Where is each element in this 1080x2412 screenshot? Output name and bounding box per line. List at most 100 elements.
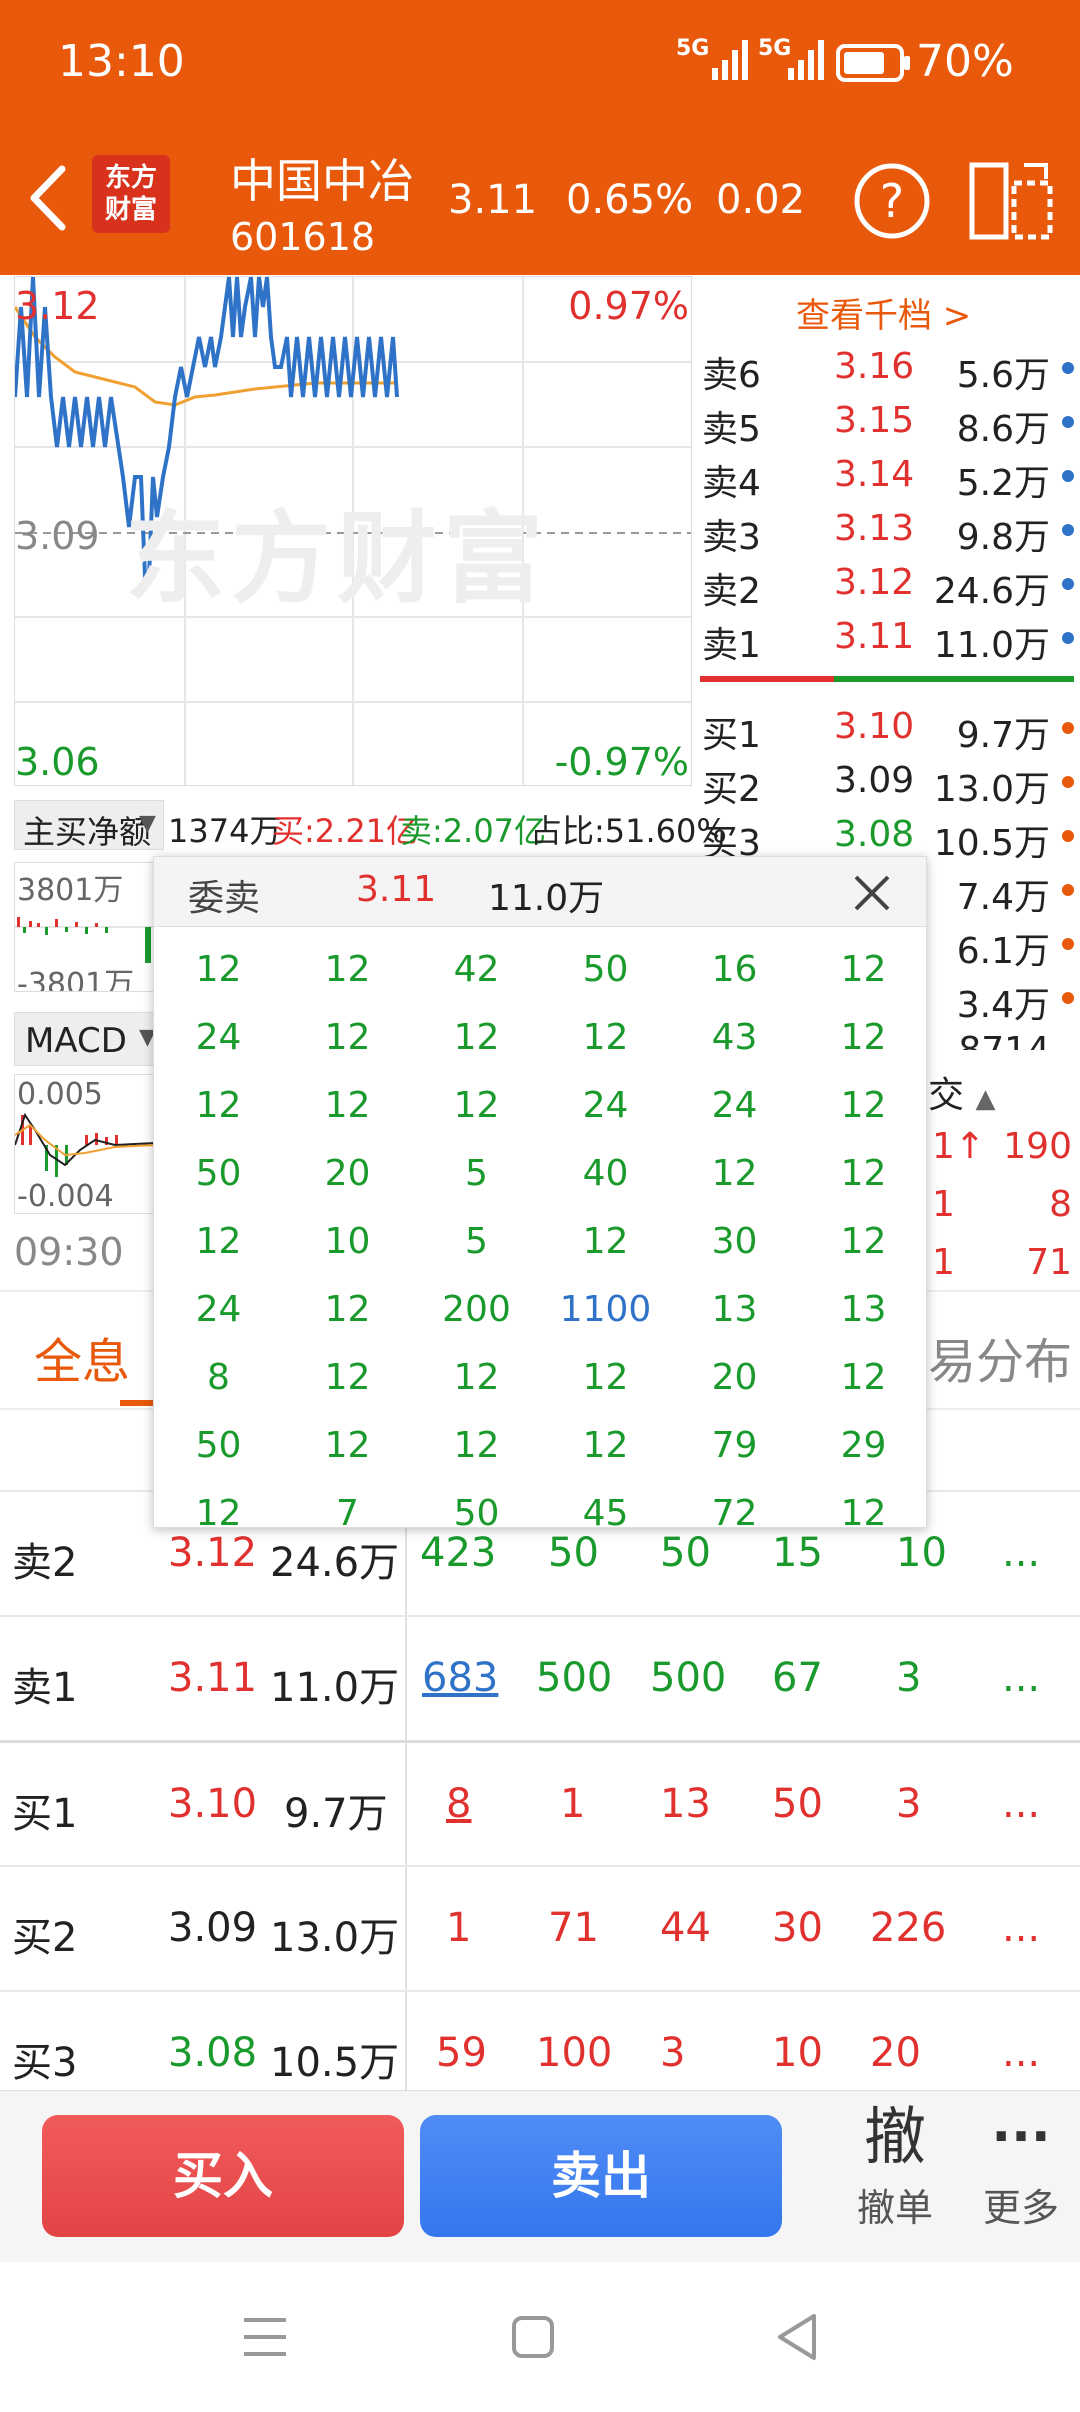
bid-volume: 13.0万 — [933, 769, 1050, 810]
queue-cell: 16 — [711, 949, 758, 990]
queue-more[interactable]: ... — [1002, 1781, 1040, 1827]
queue-more[interactable]: ... — [1002, 1655, 1040, 1701]
queue-price: 3.08 — [168, 2030, 258, 2076]
queue-row[interactable]: 买1 3.10 9.7万 8 1 13 50 3 ... — [0, 1740, 1080, 1865]
queue-order[interactable]: 59 — [436, 2030, 487, 2076]
net-flow-chart: 3801万 -3801万 — [14, 862, 154, 992]
queue-order: 10 — [772, 2030, 823, 2076]
net-flow-ratio: 占比:51.60% — [530, 812, 727, 850]
ask-bid-ratio-bar-green — [834, 676, 1074, 682]
back-icon[interactable] — [774, 2312, 820, 2362]
queue-price: 3.09 — [168, 1905, 258, 1951]
ask-dot-icon — [1062, 632, 1074, 644]
queue-order: 100 — [536, 2030, 613, 2076]
queue-cell: 7 — [336, 1493, 359, 1528]
bid-row: 买3 3.08 10.5万 — [700, 808, 1080, 864]
macd-min: -0.004 — [17, 1179, 114, 1214]
queue-more[interactable]: ... — [1002, 1530, 1040, 1576]
net-flow-amount: 1374万 — [168, 812, 282, 850]
ask-bid-ratio-bar-red — [700, 676, 834, 682]
ask-side: 卖4 — [702, 463, 761, 504]
net-flow-selector[interactable]: 主买净额 ▼ — [14, 800, 164, 851]
ask-price: 3.14 — [834, 454, 915, 495]
home-icon[interactable] — [510, 2314, 556, 2360]
queue-order: 10 — [896, 1530, 947, 1576]
queue-order: 500 — [650, 1655, 727, 1701]
popup-price: 3.11 — [356, 869, 437, 910]
trades-header: 交 ▲ — [928, 1066, 995, 1118]
queue-cell: 30 — [711, 1221, 758, 1262]
queue-order[interactable]: 1 — [446, 1905, 471, 1951]
ask-price: 3.16 — [834, 346, 915, 387]
close-icon[interactable] — [850, 871, 894, 915]
bid-dot-icon — [1062, 722, 1074, 734]
queue-row[interactable]: 买3 3.08 10.5万 59 100 3 10 20 ... — [0, 1990, 1080, 2090]
dropdown-arrow-icon: ▼ — [139, 811, 156, 836]
queue-more[interactable]: ... — [1002, 1905, 1040, 1951]
macd-chart: 0.005 -0.004 — [14, 1074, 154, 1214]
ask-side: 卖1 — [702, 625, 761, 666]
queue-volume: 9.7万 — [284, 1791, 388, 1837]
queue-order: 3 — [660, 2030, 686, 2076]
cancel-order-button[interactable]: 撤 撤单 — [840, 2097, 950, 2257]
ask-row: 卖1 3.11 11.0万 — [700, 610, 1080, 666]
bid-dot-icon — [1062, 992, 1074, 1004]
popup-title: 委卖 — [188, 878, 261, 919]
split-view-icon[interactable] — [968, 161, 1054, 241]
ask-side: 卖5 — [702, 409, 761, 450]
intraday-chart[interactable]: 东方财富 3.12 0.97% 3.09 3.06 -0.97% — [14, 276, 692, 786]
stock-name: 中国中冶 — [230, 154, 414, 208]
queue-cell: 42 — [453, 949, 500, 990]
bid-volume: 3.4万 — [956, 985, 1050, 1026]
sell-button[interactable]: 卖出 — [420, 2115, 782, 2237]
queue-cell: 29 — [840, 1425, 887, 1466]
queue-cell: 12 — [324, 949, 371, 990]
queue-row[interactable]: 卖1 3.11 11.0万 683 500 500 67 3 ... — [0, 1615, 1080, 1740]
queue-order[interactable]: 683 — [422, 1655, 498, 1701]
time-start: 09:30 — [14, 1230, 124, 1274]
queue-cell: 50 — [195, 1425, 242, 1466]
queue-more[interactable]: ... — [1002, 2030, 1040, 2076]
queue-cell: 12 — [840, 1493, 887, 1528]
sort-up-icon[interactable]: ▲ — [975, 1084, 995, 1114]
queue-cell: 12 — [195, 1085, 242, 1126]
more-button[interactable]: ··· 更多 — [966, 2097, 1076, 2257]
ask-dot-icon — [1062, 416, 1074, 428]
ask-dot-icon — [1062, 470, 1074, 482]
back-arrow-icon[interactable] — [26, 163, 70, 233]
queue-cell: 12 — [840, 1153, 887, 1194]
ask-price: 3.15 — [834, 400, 915, 441]
view-full-depth-link[interactable]: 查看千档 > — [796, 288, 971, 337]
change-amount: 0.02 — [716, 177, 806, 223]
queue-cell: 10 — [324, 1221, 371, 1262]
buy-button[interactable]: 买入 — [42, 2115, 404, 2237]
ask-volume: 11.0万 — [933, 625, 1050, 666]
queue-cell: 12 — [324, 1017, 371, 1058]
battery-level: 70% — [916, 36, 1014, 87]
logo-line2: 财富 — [104, 195, 157, 225]
bid-dot-icon — [1062, 776, 1074, 788]
help-icon[interactable]: ? — [852, 161, 932, 241]
macd-selector[interactable]: MACD ▼ — [14, 1012, 164, 1066]
queue-price: 3.12 — [168, 1530, 258, 1576]
chart-watermark: 东方财富 — [125, 500, 549, 617]
queue-cell: 8 — [207, 1357, 230, 1398]
ask-dot-icon — [1062, 524, 1074, 536]
queue-cell: 12 — [840, 1017, 887, 1058]
signal-5g-label: 5G — [676, 36, 710, 61]
chart-low-pct: -0.97% — [554, 740, 689, 784]
queue-side: 卖2 — [12, 1540, 78, 1586]
queue-order[interactable]: 423 — [420, 1530, 496, 1576]
queue-cell: 12 — [324, 1425, 371, 1466]
tab-full-info[interactable]: 全息 — [34, 1322, 130, 1392]
queue-order[interactable]: 8 — [446, 1781, 471, 1827]
ask-price: 3.13 — [834, 508, 915, 549]
queue-row[interactable]: 买2 3.09 13.0万 1 71 44 30 226 ... — [0, 1865, 1080, 1990]
queue-cell: 24 — [195, 1017, 242, 1058]
bid-row: 买2 3.09 13.0万 — [700, 754, 1080, 810]
ask-price: 3.12 — [834, 562, 915, 603]
menu-icon[interactable] — [242, 2314, 288, 2360]
queue-cell: 12 — [453, 1017, 500, 1058]
bid-volume: 10.5万 — [933, 823, 1050, 864]
queue-side: 卖1 — [12, 1665, 78, 1711]
